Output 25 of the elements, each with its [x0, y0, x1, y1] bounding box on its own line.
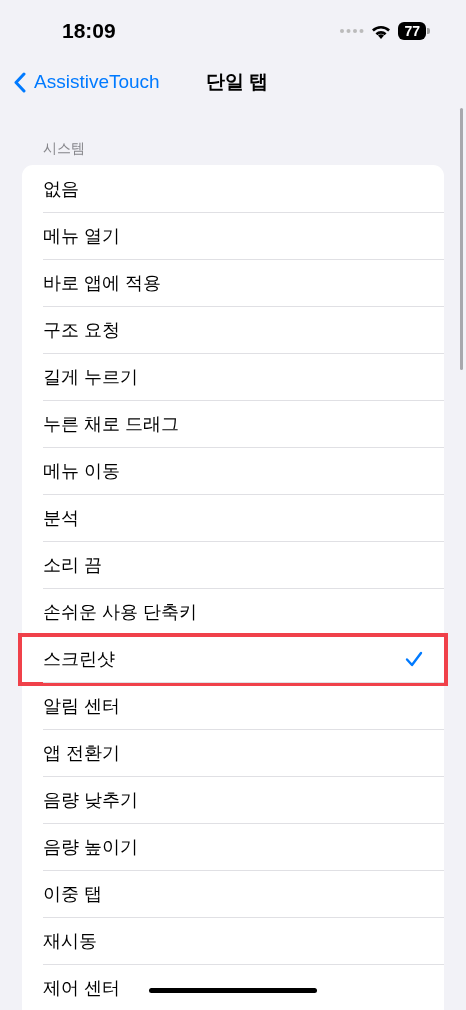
list-item[interactable]: 스크린샷 — [22, 635, 444, 682]
list-item[interactable]: 메뉴 열기 — [22, 212, 444, 259]
list-item[interactable]: 재시동 — [22, 917, 444, 964]
list-item[interactable]: 제어 센터 — [22, 964, 444, 1010]
section-header: 시스템 — [42, 140, 86, 158]
status-time: 18:09 — [62, 19, 117, 43]
list-item[interactable]: 소리 끔 — [22, 541, 444, 588]
list-item[interactable]: 구조 요청 — [22, 306, 444, 353]
list-item[interactable]: 없음 — [22, 165, 444, 212]
list-item[interactable]: 분석 — [22, 494, 444, 541]
list-item[interactable]: 앱 전환기 — [22, 729, 444, 776]
wifi-icon — [371, 23, 392, 39]
list-item[interactable]: 음량 낮추기 — [22, 776, 444, 823]
list-item[interactable]: 누른 채로 드래그 — [22, 400, 444, 447]
list-item[interactable]: 길게 누르기 — [22, 353, 444, 400]
list-item[interactable]: 메뉴 이동 — [22, 447, 444, 494]
page-title: 단일 탭 — [205, 70, 268, 94]
chevron-left-icon — [14, 71, 26, 93]
list-item[interactable]: 이중 탭 — [22, 870, 444, 917]
list-item[interactable]: 바로 앱에 적용 — [22, 259, 444, 306]
list-item[interactable]: 알림 센터 — [22, 682, 444, 729]
list-item[interactable]: 음량 높이기 — [22, 823, 444, 870]
list-item[interactable]: 손쉬운 사용 단축키 — [22, 588, 444, 635]
signal-dots-icon — [340, 29, 365, 33]
back-button[interactable]: AssistiveTouch — [14, 71, 160, 93]
